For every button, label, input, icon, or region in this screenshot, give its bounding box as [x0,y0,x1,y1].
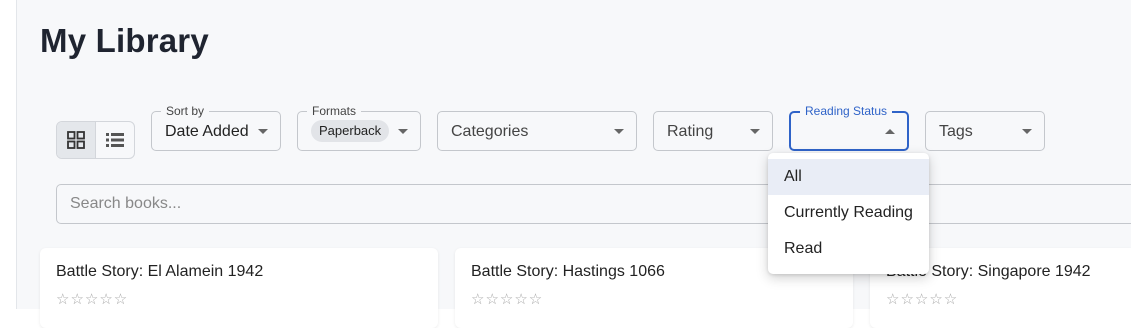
search-input[interactable] [57,185,1131,223]
tags-placeholder: Tags [939,123,973,140]
reading-status-select[interactable]: Reading Status [789,104,909,151]
chevron-down-icon [258,129,268,134]
star-rating[interactable]: ☆☆☆☆☆ [471,290,543,308]
grid-view-button[interactable] [57,122,95,158]
star-rating[interactable]: ☆☆☆☆☆ [56,290,128,308]
categories-placeholder: Categories [451,123,529,140]
book-card[interactable]: Battle Story: El Alamein 1942 ☆☆☆☆☆ [40,248,438,328]
book-title: Battle Story: El Alamein 1942 [56,263,264,280]
chevron-down-icon [1022,129,1032,134]
left-margin [0,0,16,309]
reading-status-label: Reading Status [800,104,893,118]
menu-item-all[interactable]: All [768,159,929,195]
grid-view-icon [67,131,85,149]
book-title: Battle Story: Hastings 1066 [471,263,665,280]
search-field [56,184,1131,224]
categories-select[interactable]: Categories [437,111,637,151]
sort-by-label: Sort by [161,104,210,118]
tags-select[interactable]: Tags [925,111,1045,151]
formats-select[interactable]: Formats Paperback [297,104,421,151]
chevron-down-icon [398,129,408,134]
chevron-down-icon [614,129,624,134]
list-view-button[interactable] [95,122,134,158]
sort-by-value: Date Added [165,123,249,140]
reading-status-menu: All Currently Reading Read [768,153,929,274]
chevron-up-icon [885,129,895,134]
menu-item-currently-reading[interactable]: Currently Reading [768,195,929,231]
rating-select[interactable]: Rating [653,111,773,151]
sort-by-select[interactable]: Sort by Date Added [151,104,281,151]
page-title: My Library [40,22,209,59]
rating-placeholder: Rating [667,123,714,140]
chevron-down-icon [750,129,760,134]
format-chip[interactable]: Paperback [311,120,390,142]
formats-label: Formats [307,104,362,118]
view-toggle [56,121,135,159]
star-rating[interactable]: ☆☆☆☆☆ [886,290,958,308]
menu-item-read[interactable]: Read [768,231,929,267]
list-view-icon [106,133,124,147]
